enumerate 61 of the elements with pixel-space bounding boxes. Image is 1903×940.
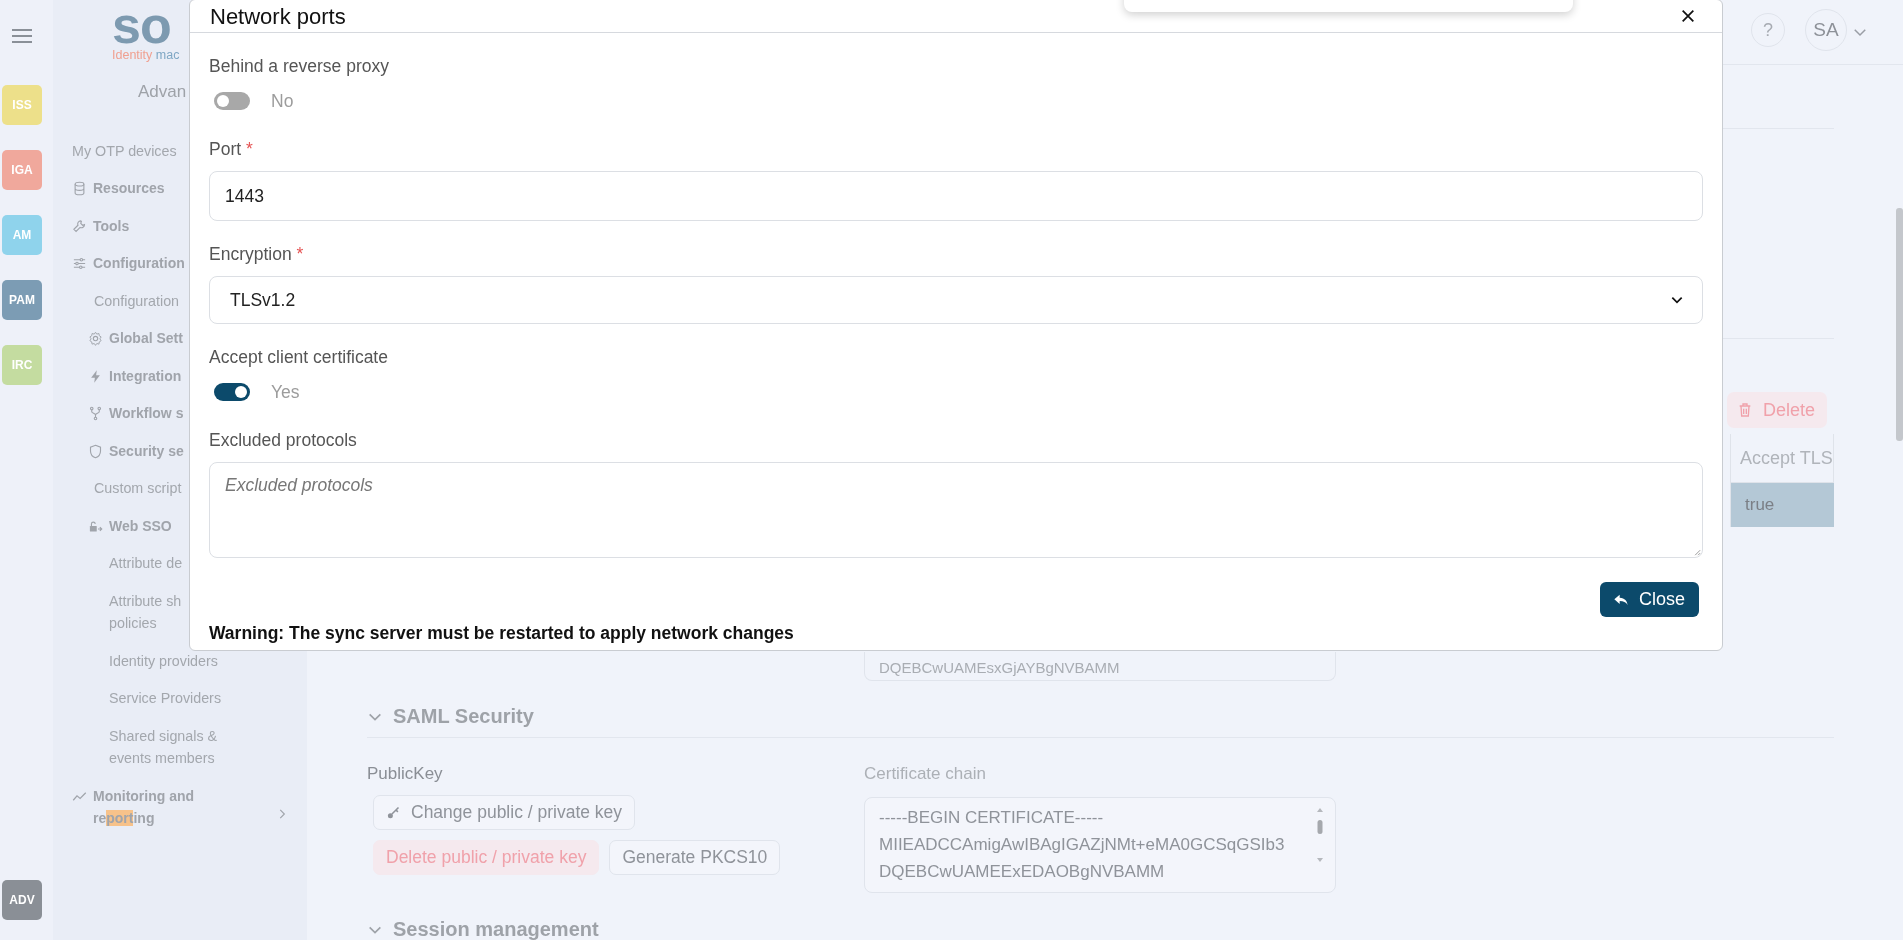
- sidebar-item[interactable]: Attribute de: [109, 552, 183, 575]
- close-button[interactable]: Close: [1599, 582, 1699, 617]
- field-label: PublicKey: [367, 763, 444, 785]
- sidebar-item[interactable]: Service Providers: [109, 687, 222, 710]
- app-badge[interactable]: ADV: [2, 880, 42, 920]
- shield-icon: [88, 443, 103, 459]
- field-label: Behind a reverse proxy: [209, 55, 390, 78]
- key-icon: [386, 805, 401, 820]
- key-button[interactable]: Generate PKCS10: [609, 840, 781, 875]
- field-label: Accept client certificate: [209, 346, 389, 369]
- field-label: Certificate chain: [864, 763, 987, 785]
- toggle-state: Yes: [271, 381, 300, 403]
- sidebar-item[interactable]: Tools: [93, 214, 130, 237]
- text-area[interactable]: DQEBCwUAMEsxGjAYBgNVBAMM: [864, 652, 1336, 681]
- section-header[interactable]: Session management: [367, 918, 1834, 940]
- toggle-switch[interactable]: [214, 383, 250, 401]
- key-button[interactable]: Change public / private key: [373, 795, 636, 830]
- toggle-switch[interactable]: [214, 92, 250, 110]
- gear-icon: [88, 331, 103, 346]
- sidebar-item[interactable]: Global Sett: [109, 327, 183, 350]
- sidebar-item[interactable]: Custom script: [94, 477, 182, 500]
- sidebar-item[interactable]: Workflow s: [109, 402, 184, 425]
- sidebar-item[interactable]: Attribute sh policies: [109, 589, 182, 635]
- app-badge[interactable]: IRC: [2, 345, 42, 385]
- sidebar-item[interactable]: Resources: [93, 177, 165, 200]
- logo-tagline: Identity mac: [112, 48, 180, 62]
- close-icon[interactable]: [1680, 8, 1696, 24]
- toggle-state: No: [271, 90, 294, 112]
- encryption-dropdown[interactable]: TLSv1.2: [209, 276, 1703, 324]
- sidebar-item[interactable]: Web SSO: [109, 514, 172, 537]
- wrench-icon: [72, 218, 87, 234]
- scrollbar[interactable]: [1896, 208, 1903, 441]
- sliders-icon: [72, 256, 87, 271]
- bolt-icon: [88, 368, 103, 384]
- sidebar-item[interactable]: Configuration: [93, 252, 185, 275]
- field-label: Encryption *: [209, 243, 305, 266]
- fork-icon: [88, 406, 103, 421]
- logo-text: so: [112, 0, 171, 50]
- sidebar-item[interactable]: Identity providers: [109, 649, 218, 672]
- dialog-title: Network ports: [210, 4, 346, 30]
- app-badge[interactable]: PAM: [2, 280, 42, 320]
- certificate-field[interactable]: -----BEGIN CERTIFICATE----- MIIEADCCAmigAwIBAgIGAZjNMt+eMA0GCSqGSIb3 DQEBCwUAMEExEDAOBgNVBAMM: [864, 797, 1336, 893]
- sidebar-item[interactable]: Security se: [109, 439, 184, 462]
- warning-text: Warning: The sync server must be restarted to apply network changes: [209, 623, 795, 644]
- section-header[interactable]: SAML Security: [367, 705, 1834, 738]
- protocols-field[interactable]: Excluded protocols: [209, 462, 1703, 558]
- port-field[interactable]: 1443: [209, 171, 1703, 221]
- sidebar-item[interactable]: Shared signals & events members: [109, 724, 218, 770]
- app-badge[interactable]: IGA: [2, 150, 42, 190]
- field-label: Port *: [209, 138, 254, 161]
- key-button[interactable]: Delete public / private key: [373, 840, 600, 875]
- database-icon: [72, 181, 87, 196]
- app-badge[interactable]: ISS: [2, 85, 42, 125]
- delete-button[interactable]: Delete: [1726, 392, 1827, 428]
- sidebar-item[interactable]: Configuration: [94, 289, 180, 312]
- sidebar-heading: Advan: [138, 81, 187, 103]
- sidebar-item[interactable]: Integration: [109, 364, 182, 387]
- table-cell[interactable]: true: [1731, 483, 1834, 527]
- field-label: Excluded protocols: [209, 429, 358, 452]
- app-badge[interactable]: AM: [2, 215, 42, 255]
- sidebar-item[interactable]: My OTP devices: [72, 139, 177, 162]
